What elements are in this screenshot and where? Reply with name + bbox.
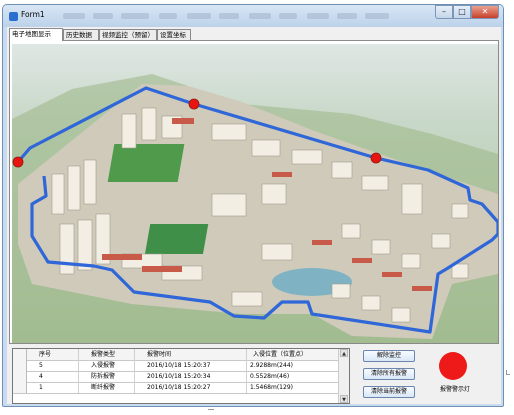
blurred-title-text bbox=[121, 13, 149, 19]
scroll-up-arrow-icon[interactable]: ▲ bbox=[340, 349, 348, 357]
cell-time: 2016/10/18 15:20:34 bbox=[135, 371, 247, 382]
cell-index: 4 bbox=[27, 371, 79, 382]
row-header-cell bbox=[13, 349, 27, 360]
main-window: Form1 – □ ✕ 电子地图显示 历史数据 视频监控（预留） 设置坐标 序号… bbox=[2, 4, 504, 407]
row-header-cell bbox=[13, 371, 27, 382]
alarm-point-marker[interactable] bbox=[188, 98, 200, 110]
blurred-title-text bbox=[279, 13, 297, 19]
cell-time: 2016/10/18 15:20:37 bbox=[135, 360, 247, 371]
title-bar[interactable]: Form1 – □ ✕ bbox=[3, 5, 503, 27]
blurred-title-text bbox=[219, 13, 239, 19]
tab-set-coordinates[interactable]: 设置坐标 bbox=[157, 29, 191, 40]
cell-position: 0.5528m(46) bbox=[247, 371, 339, 382]
table-scrollbar[interactable]: ▲ ▼ bbox=[338, 349, 349, 403]
minimize-button[interactable]: – bbox=[435, 5, 453, 19]
clear-current-alarm-button[interactable]: 清除当前报警 bbox=[363, 386, 415, 398]
blurred-title-text bbox=[365, 13, 389, 19]
cell-type: 入侵报警 bbox=[79, 360, 135, 371]
cell-index: 5 bbox=[27, 360, 79, 371]
maximize-button[interactable]: □ bbox=[453, 5, 471, 19]
window-title: Form1 bbox=[21, 10, 45, 19]
row-header-cell bbox=[13, 360, 27, 371]
tab-history-data[interactable]: 历史数据 bbox=[63, 29, 99, 40]
blurred-title-text bbox=[249, 13, 271, 19]
sports-field bbox=[144, 224, 209, 254]
blurred-title-text bbox=[187, 13, 211, 19]
cell-position: 1.5468m(129) bbox=[247, 382, 339, 393]
alarm-lamp-label: 报警警示灯 bbox=[439, 386, 470, 393]
column-header-time[interactable]: 报警时间 bbox=[135, 349, 247, 360]
column-header-index[interactable]: 序号 bbox=[27, 349, 79, 360]
screen-divider bbox=[208, 409, 214, 410]
sports-field bbox=[107, 144, 185, 182]
blurred-title-text bbox=[63, 13, 85, 19]
alarm-point-marker[interactable] bbox=[12, 156, 24, 168]
tab-map-display[interactable]: 电子地图显示 bbox=[9, 28, 63, 41]
alarm-lamp-indicator bbox=[439, 352, 467, 380]
row-header-cell bbox=[13, 382, 27, 393]
alarm-point-marker[interactable] bbox=[370, 152, 382, 164]
map-tab-page bbox=[9, 40, 499, 344]
cell-position: 2.9288m(244) bbox=[247, 360, 339, 371]
client-area: 电子地图显示 历史数据 视频监控（预留） 设置坐标 序号 报警类型 报警时间 入… bbox=[7, 27, 501, 404]
blurred-title-text bbox=[93, 13, 113, 19]
column-header-position[interactable]: 入侵位置（位置点） bbox=[247, 349, 339, 360]
resize-grip[interactable] bbox=[506, 370, 510, 375]
close-button[interactable]: ✕ bbox=[471, 5, 499, 19]
tab-video-monitor[interactable]: 视频监控（预留） bbox=[99, 29, 157, 40]
cell-time: 2016/10/18 15:20:27 bbox=[135, 382, 247, 393]
scroll-down-arrow-icon[interactable]: ▼ bbox=[340, 395, 348, 403]
cell-index: 1 bbox=[27, 382, 79, 393]
release-monitor-button[interactable]: 解除监控 bbox=[363, 350, 415, 362]
cell-type: 防拆报警 bbox=[79, 371, 135, 382]
app-icon bbox=[9, 12, 18, 21]
blurred-title-text bbox=[307, 13, 329, 19]
blurred-title-text bbox=[159, 13, 177, 19]
column-header-type[interactable]: 报警类型 bbox=[79, 349, 135, 360]
cell-type: 断纤报警 bbox=[79, 382, 135, 393]
alarm-panel: 序号 报警类型 报警时间 入侵位置（位置点） 5 入侵报警 2016/10/18… bbox=[7, 346, 501, 404]
clear-all-alarms-button[interactable]: 清除所有报警 bbox=[363, 368, 415, 380]
table-row[interactable]: 1 断纤报警 2016/10/18 15:20:27 1.5468m(129) bbox=[13, 382, 339, 394]
blurred-title-text bbox=[337, 13, 357, 19]
campus-map[interactable] bbox=[12, 44, 498, 343]
alarm-table[interactable]: 序号 报警类型 报警时间 入侵位置（位置点） 5 入侵报警 2016/10/18… bbox=[12, 348, 350, 404]
